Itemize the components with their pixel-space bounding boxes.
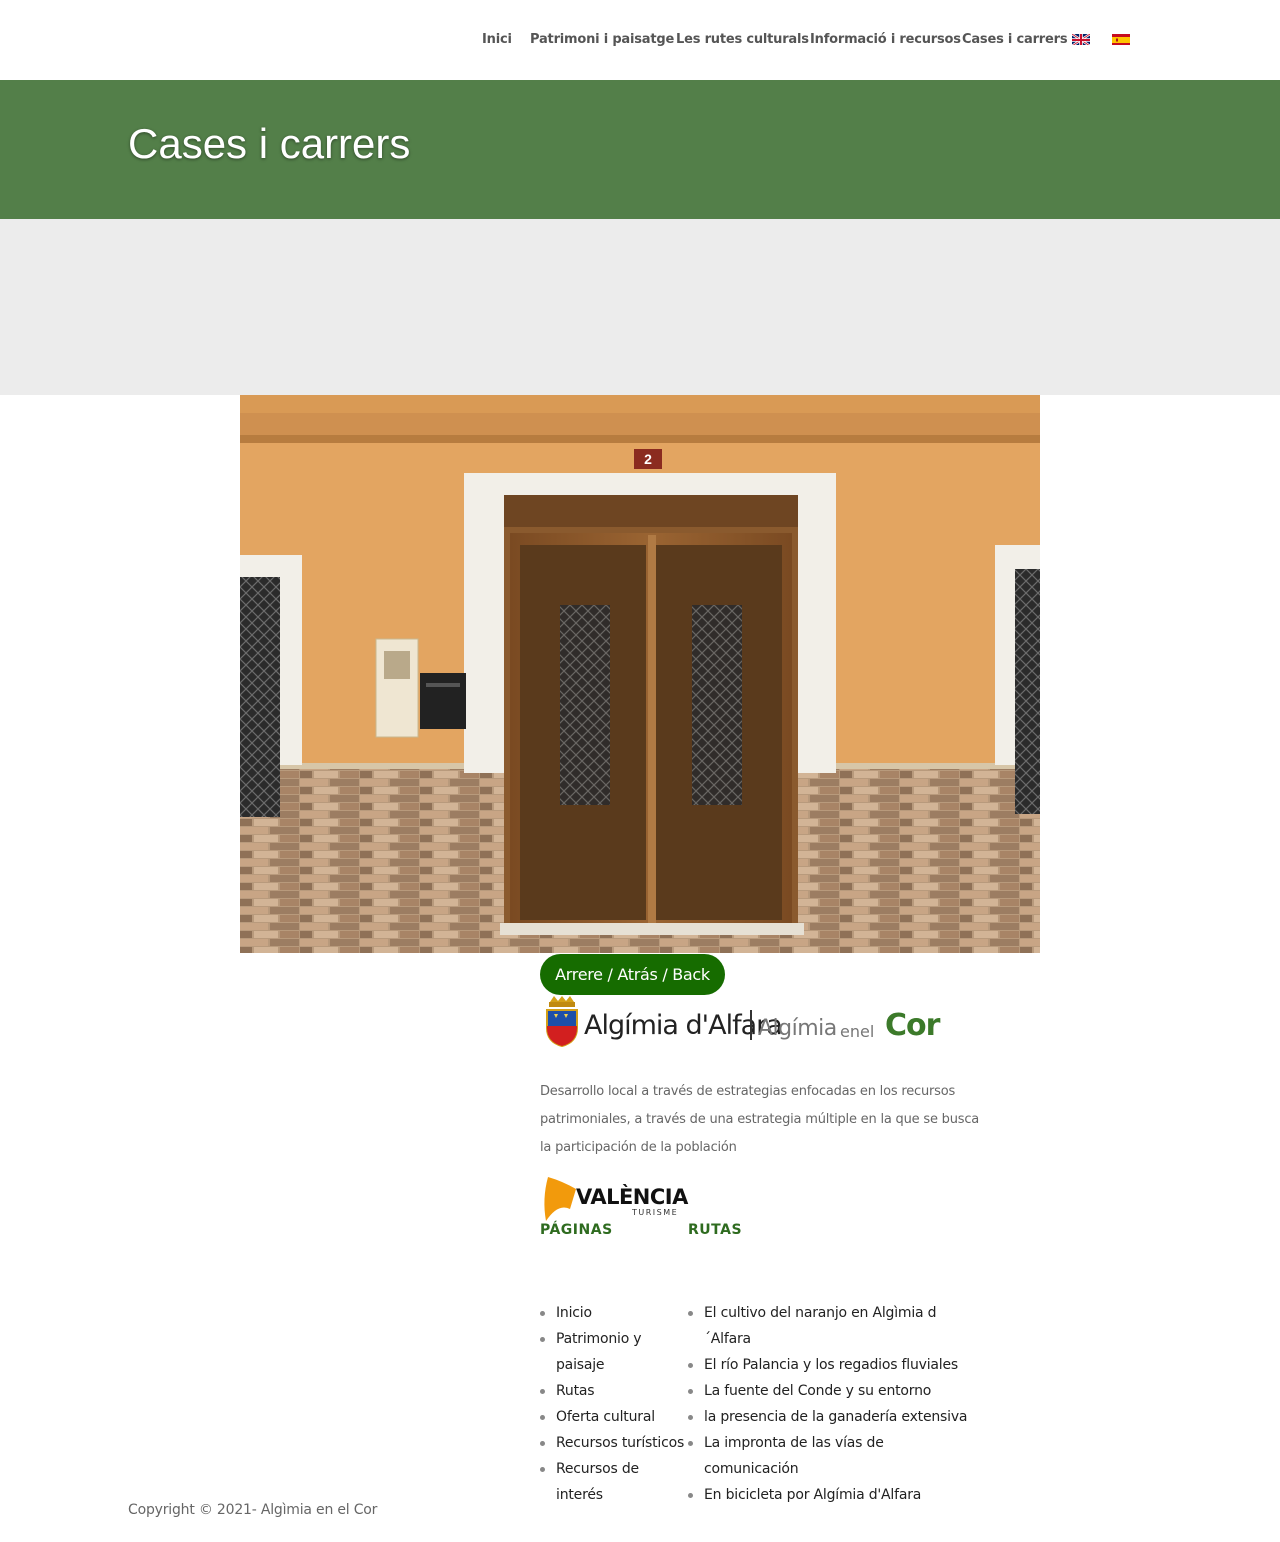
link-recursos-interes[interactable]: Recursos de interés — [556, 1461, 639, 1503]
link-route-naranjo[interactable]: El cultivo del naranjo en Algìmia d´Alfa… — [704, 1305, 937, 1347]
logo-brand-suffix: Cor — [885, 1008, 940, 1043]
logo-town-name: Algímia d'Alfara — [584, 1010, 783, 1041]
link-patrimonio[interactable]: Patrimonio y paisaje — [556, 1331, 642, 1373]
back-button[interactable]: Arrere / Atrás / Back — [540, 954, 725, 995]
spain-flag-icon[interactable] — [1112, 33, 1130, 45]
pages-list: Inicio Patrimonio y paisaje Rutas Oferta… — [540, 1300, 688, 1508]
list-item[interactable]: Recursos turísticos — [540, 1430, 688, 1456]
link-route-fuente[interactable]: La fuente del Conde y su entorno — [704, 1383, 931, 1399]
link-route-vias[interactable]: La impronta de las vías de comunicación — [704, 1435, 884, 1477]
link-recursos-turisticos[interactable]: Recursos turísticos — [556, 1435, 684, 1451]
link-route-palancia[interactable]: El río Palancia y los regadios fluviales — [704, 1357, 958, 1373]
logo-divider — [750, 1010, 752, 1040]
valencia-turisme-logo: VALÈNCIA TURISME — [540, 1175, 690, 1221]
routes-list: El cultivo del naranjo en Algìmia d´Alfa… — [688, 1300, 978, 1508]
valencia-logo-name: VALÈNCIA — [576, 1185, 688, 1209]
house-door-photo: 2 — [240, 395, 1040, 953]
logo-brand-prefix: Algímia — [758, 1016, 837, 1041]
list-item[interactable]: En bicicleta por Algímia d'Alfara — [688, 1482, 978, 1508]
link-route-ganaderia[interactable]: la presencia de la ganadería extensiva — [704, 1409, 968, 1425]
page-title: Cases i carrers — [128, 120, 411, 167]
nav-item-rutes[interactable]: Les rutes culturals — [676, 32, 809, 47]
top-navigation: Inici Patrimoni i paisatge Les rutes cul… — [0, 0, 1280, 80]
nav-item-patrimoni[interactable]: Patrimoni i paisatge — [530, 32, 674, 47]
list-item[interactable]: La fuente del Conde y su entorno — [688, 1378, 978, 1404]
logo-brand-middle: enel — [840, 1022, 875, 1041]
coat-of-arms-icon — [546, 996, 578, 1048]
list-item[interactable]: Patrimonio y paisaje — [540, 1326, 688, 1378]
list-item[interactable]: la presencia de la ganadería extensiva — [688, 1404, 978, 1430]
list-item[interactable]: Rutas — [540, 1378, 688, 1404]
valencia-logo-mark-icon — [544, 1177, 576, 1221]
routes-heading: RUTAS — [688, 1222, 743, 1238]
link-inicio[interactable]: Inicio — [556, 1305, 592, 1321]
uk-flag-icon[interactable] — [1072, 33, 1090, 45]
nav-item-cases[interactable]: Cases i carrers — [962, 32, 1068, 47]
link-route-bicicleta[interactable]: En bicicleta por Algímia d'Alfara — [704, 1487, 921, 1503]
copyright-text: Copyright © 2021- Algìmia en el Cor — [128, 1502, 378, 1518]
gray-band — [0, 219, 1280, 395]
list-item[interactable]: El río Palancia y los regadios fluviales — [688, 1352, 978, 1378]
list-item[interactable]: La impronta de las vías de comunicación — [688, 1430, 978, 1482]
nav-item-informacio[interactable]: Informació i recursos — [810, 32, 961, 47]
pages-heading: PÁGINAS — [540, 1222, 613, 1238]
list-item[interactable]: Recursos de interés — [540, 1456, 688, 1508]
house-number: 2 — [644, 451, 652, 467]
list-item[interactable]: El cultivo del naranjo en Algìmia d´Alfa… — [688, 1300, 978, 1352]
valencia-logo-sub: TURISME — [632, 1208, 679, 1217]
link-oferta-cultural[interactable]: Oferta cultural — [556, 1409, 655, 1425]
list-item[interactable]: Inicio — [540, 1300, 688, 1326]
algimia-logo: Algímia d'Alfara Algímia enel Cor — [540, 996, 950, 1050]
project-description: Desarrollo local a través de estrategias… — [540, 1084, 980, 1155]
nav-item-inici[interactable]: Inici — [482, 32, 512, 47]
list-item[interactable]: Oferta cultural — [540, 1404, 688, 1430]
link-rutas[interactable]: Rutas — [556, 1383, 595, 1399]
